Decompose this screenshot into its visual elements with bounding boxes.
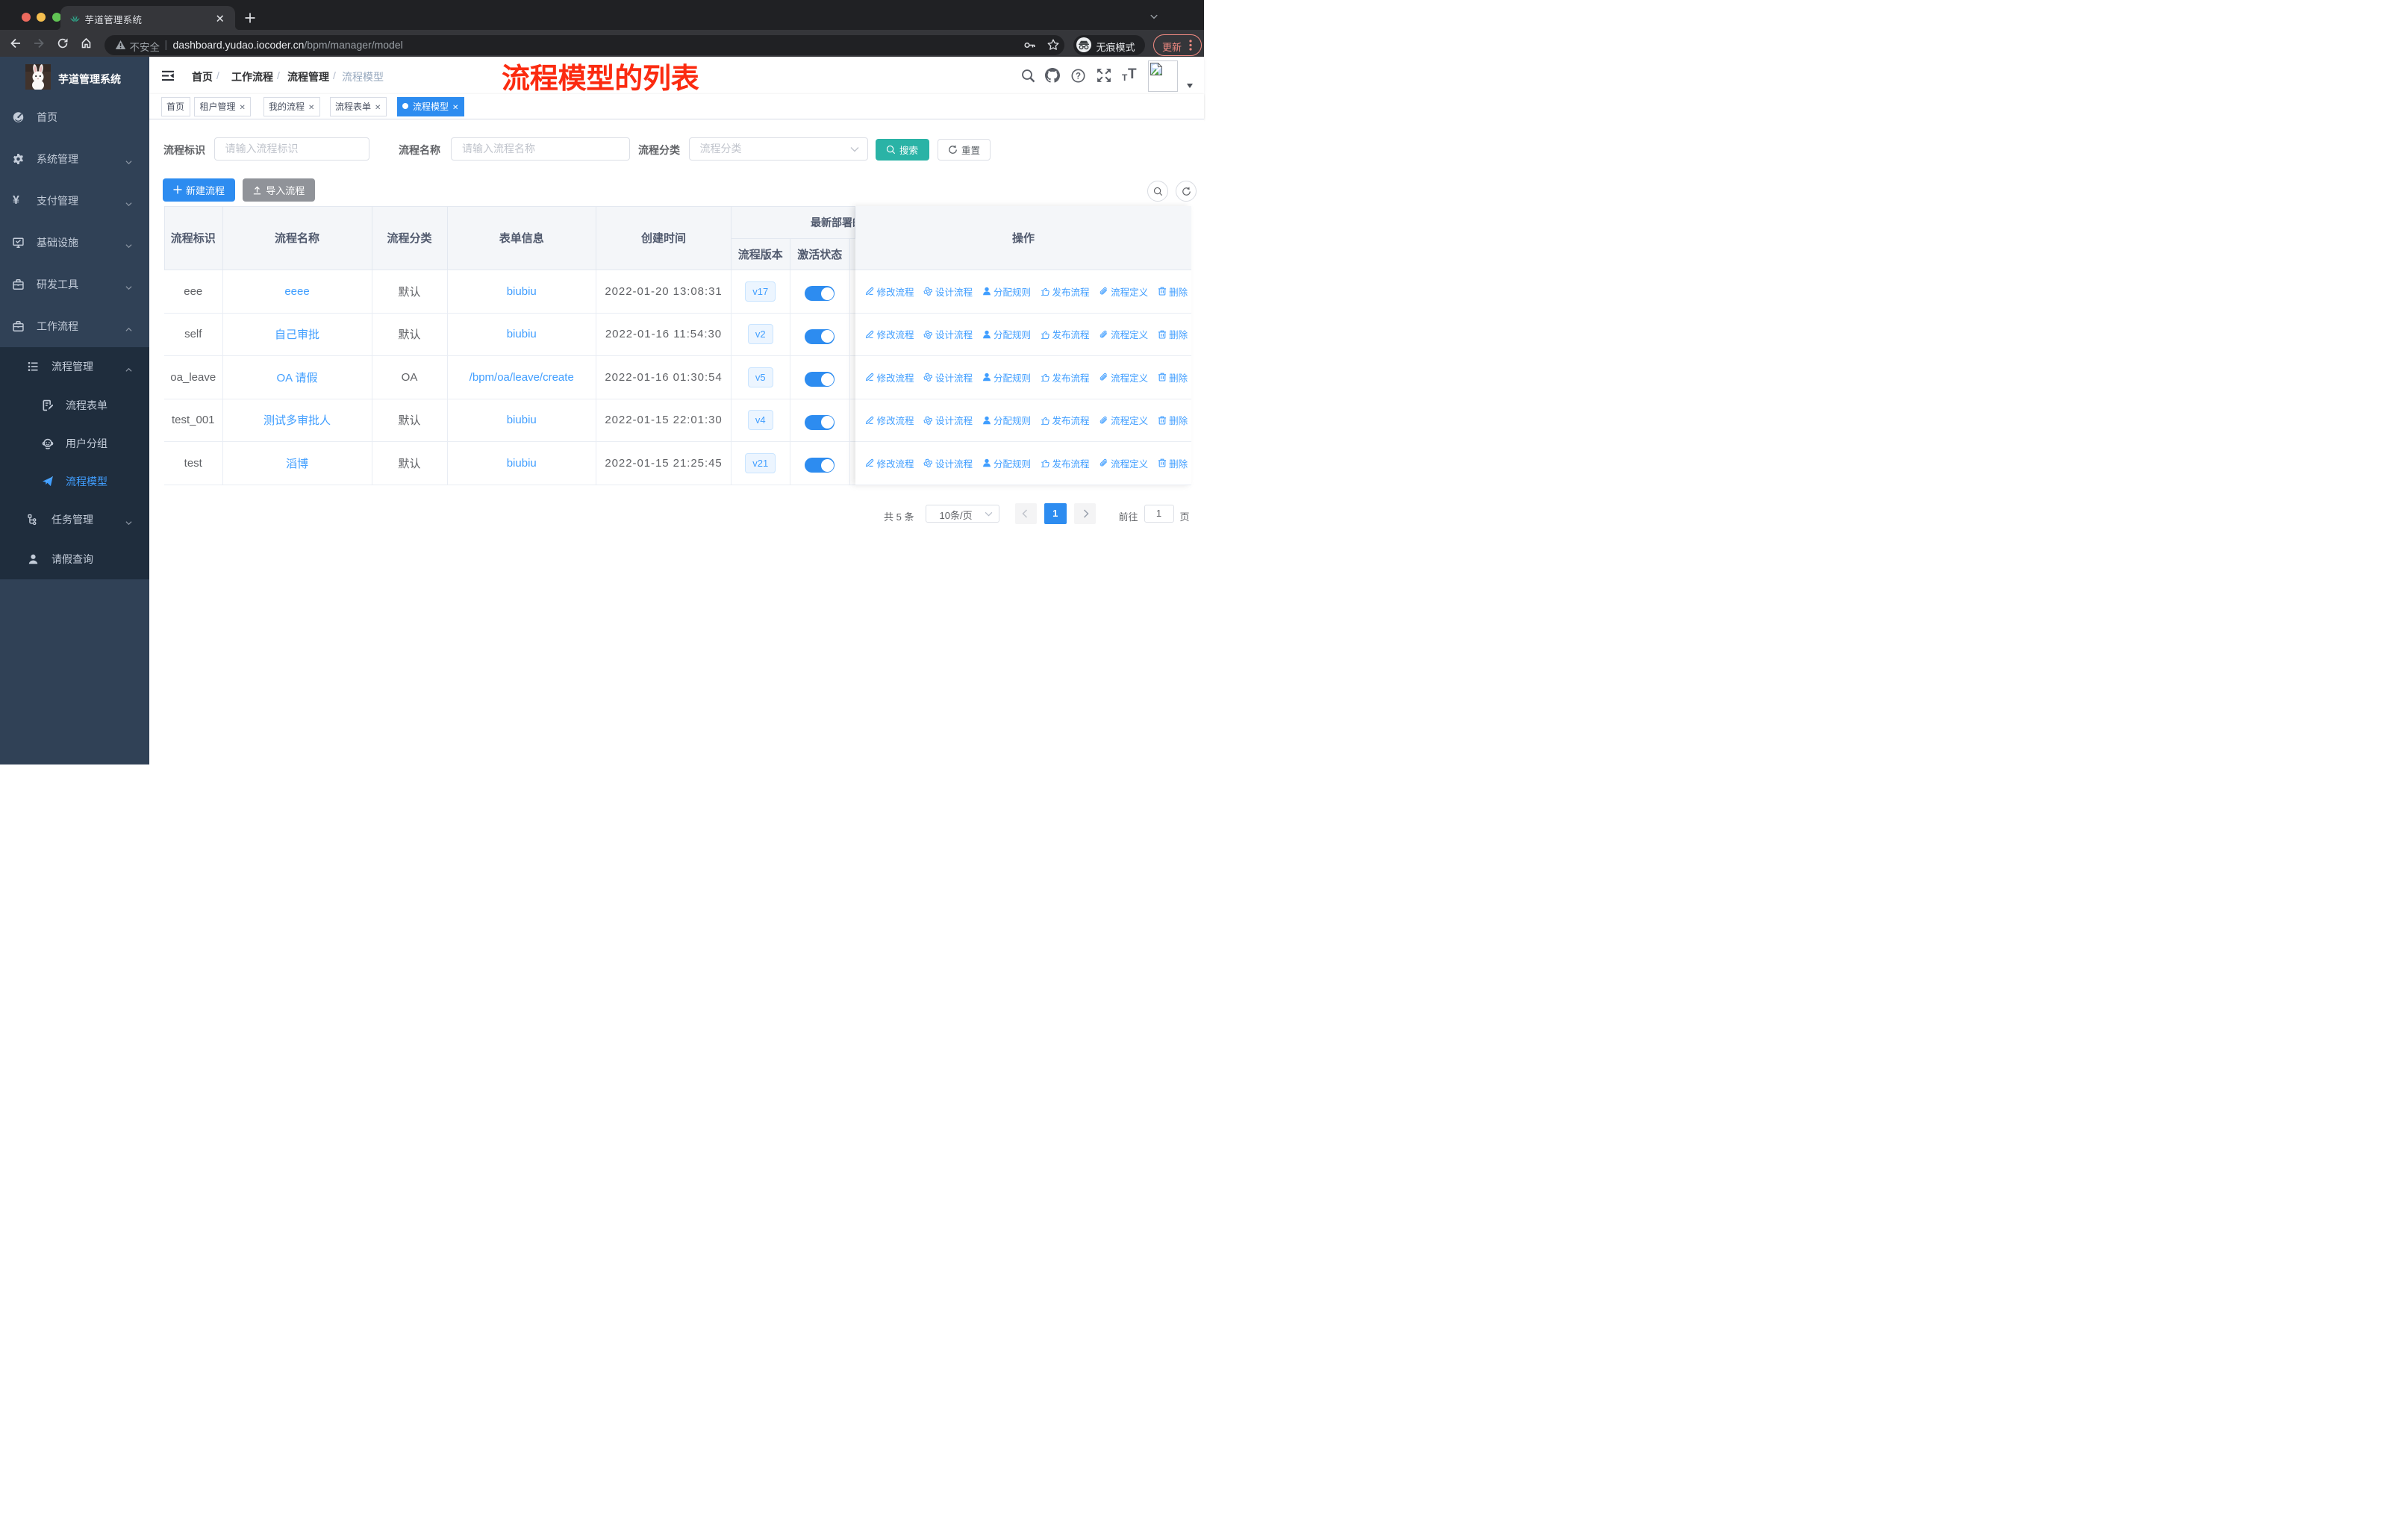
- svg-text:?: ?: [1076, 72, 1081, 81]
